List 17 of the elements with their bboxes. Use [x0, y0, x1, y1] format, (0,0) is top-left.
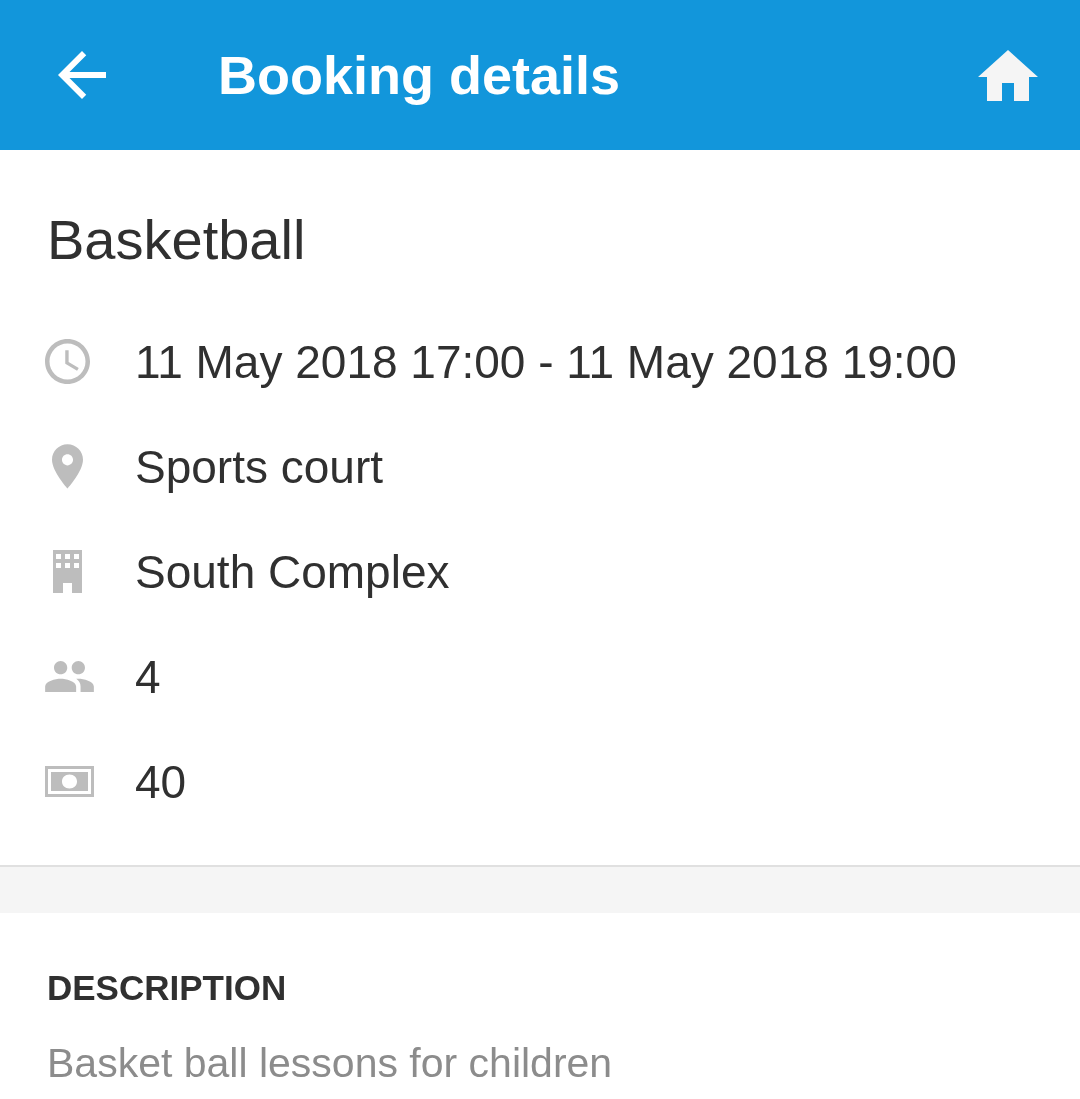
building-icon	[53, 550, 82, 593]
detail-text: 11 May 2018 17:00 - 11 May 2018 19:00	[135, 334, 957, 389]
location-pin-icon	[52, 444, 83, 489]
booking-title: Basketball	[47, 208, 307, 272]
home-button[interactable]	[978, 49, 1038, 101]
banknote-icon	[45, 766, 94, 797]
home-icon	[978, 49, 1038, 101]
clock-icon	[45, 339, 90, 384]
section-heading: DESCRIPTION	[47, 967, 288, 1009]
description-text: Basket ball lessons for children	[47, 1039, 614, 1087]
detail-text: Sports court	[135, 439, 383, 494]
back-button[interactable]	[58, 51, 106, 99]
detail-text: 40	[135, 754, 187, 809]
detail-text: South Complex	[135, 544, 450, 599]
back-arrow-icon	[58, 51, 106, 99]
people-icon	[45, 661, 94, 692]
detail-text: 4	[135, 649, 161, 704]
